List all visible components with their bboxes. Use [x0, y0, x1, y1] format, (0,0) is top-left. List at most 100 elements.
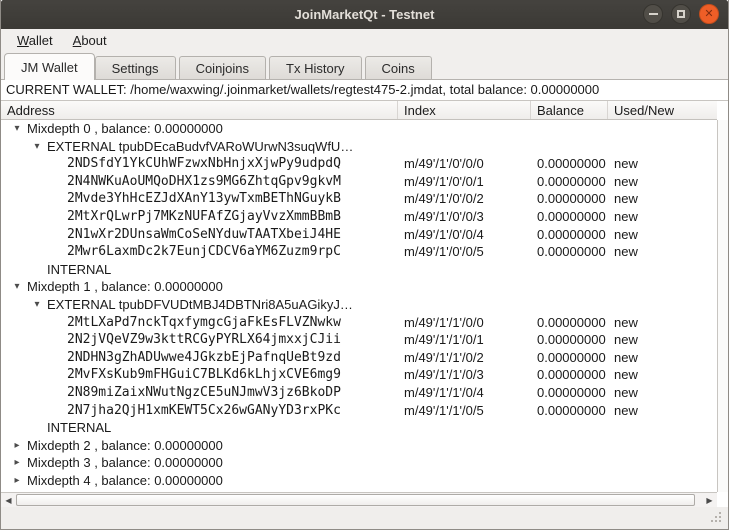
tree-cell-balance: [531, 278, 608, 296]
tree-cell-balance: 0.00000000: [531, 173, 608, 191]
address-text: 2N1wXr2DUnsaWmCoSeNYduwTAATXbeiJ4HE: [65, 226, 341, 244]
tree-row[interactable]: INTERNAL: [1, 261, 717, 279]
tree-row[interactable]: 2MtXrQLwrPj7MKzNUFAfZGjayVvzXmmBBmBm/49'…: [1, 208, 717, 226]
scroll-left-button[interactable]: ◀: [1, 493, 16, 507]
maximize-button[interactable]: [671, 4, 691, 24]
tree-cell-balance: 0.00000000: [531, 384, 608, 402]
expander-closed-icon[interactable]: ▸: [9, 454, 25, 472]
tree-row[interactable]: 2MtLXaPd7nckTqxfymgcGjaFkEsFLVZNwkwm/49'…: [1, 314, 717, 332]
window-controls: ✕: [643, 4, 719, 24]
tree-cell-balance: 0.00000000: [531, 190, 608, 208]
tree-row[interactable]: ▸Mixdepth 2 , balance: 0.00000000: [1, 437, 717, 455]
tree-cell-balance: 0.00000000: [531, 349, 608, 367]
tree-cell-used-new: new: [608, 226, 717, 244]
tree-cell-balance: [531, 454, 608, 472]
tree-row[interactable]: ▾EXTERNAL tpubDFVUDtMBJ4DBTNri8A5uAGikyJ…: [1, 296, 717, 314]
indent-spacer: [1, 366, 49, 384]
tab-settings[interactable]: Settings: [95, 56, 176, 79]
expander-open-icon[interactable]: ▾: [29, 296, 45, 314]
tree-row[interactable]: 2N2jVQeVZ9w3kttRCGyPYRLX64jmxxjCJiim/49'…: [1, 331, 717, 349]
tree-row[interactable]: INTERNAL: [1, 419, 717, 437]
tree-cell-used-new: new: [608, 314, 717, 332]
tree-cell-balance: [531, 419, 608, 437]
tree-cell-index: m/49'/1'/0'/0/0: [398, 155, 531, 173]
tree-cell-index: [398, 120, 531, 138]
indent-spacer: [1, 296, 29, 314]
close-button[interactable]: ✕: [699, 4, 719, 24]
tree-cell-used-new: [608, 261, 717, 279]
tree-cell-used-new: new: [608, 155, 717, 173]
tree-cell-address: 2N4NWKuAoUMQoDHX1zs9MG6ZhtqGpv9gkvM: [1, 173, 398, 191]
indent-spacer: [1, 384, 49, 402]
tree-row[interactable]: 2Mwr6LaxmDc2k7EunjCDCV6aYM6Zuzm9rpCm/49'…: [1, 243, 717, 261]
tree-cell-balance: [531, 296, 608, 314]
tree-row[interactable]: ▸Mixdepth 4 , balance: 0.00000000: [1, 472, 717, 490]
tree-row[interactable]: 2NDHN3gZhADUwwe4JGkzbEjPafnqUeBt9zdm/49'…: [1, 349, 717, 367]
tree-cell-balance: [531, 261, 608, 279]
expander-closed-icon[interactable]: ▸: [9, 437, 25, 455]
scroll-right-button[interactable]: ▶: [702, 493, 717, 507]
tree-row[interactable]: ▸Mixdepth 3 , balance: 0.00000000: [1, 454, 717, 472]
tree-cell-address: ▾EXTERNAL tpubDEcaBudvfVARoWUrwN3suqWfU…: [1, 138, 398, 156]
tree-cell-address: 2MvFXsKub9mFHGuiC7BLKd6kLhjxCVE6mg9: [1, 366, 398, 384]
tree-cell-used-new: new: [608, 331, 717, 349]
tree-cell-used-new: new: [608, 173, 717, 191]
tree-row[interactable]: ▾EXTERNAL tpubDEcaBudvfVARoWUrwN3suqWfU…: [1, 138, 717, 156]
address-text: 2N2jVQeVZ9w3kttRCGyPYRLX64jmxxjCJii: [65, 331, 341, 349]
address-text: 2Mwr6LaxmDc2k7EunjCDCV6aYM6Zuzm9rpC: [65, 243, 341, 261]
tab-jm-wallet[interactable]: JM Wallet: [4, 53, 95, 80]
tree-cell-index: m/49'/1'/1'/0/5: [398, 402, 531, 420]
expander-closed-icon[interactable]: ▸: [9, 472, 25, 490]
tree-cell-used-new: [608, 472, 717, 490]
header-balance[interactable]: Balance: [531, 101, 608, 119]
tree-cell-index: [398, 261, 531, 279]
resize-grip-icon[interactable]: [711, 512, 723, 524]
tree-cell-index: [398, 454, 531, 472]
tree-row[interactable]: 2N4NWKuAoUMQoDHX1zs9MG6ZhtqGpv9gkvMm/49'…: [1, 173, 717, 191]
node-label: Mixdepth 1 , balance: 0.00000000: [25, 278, 223, 296]
minimize-button[interactable]: [643, 4, 663, 24]
tree-row[interactable]: 2N1wXr2DUnsaWmCoSeNYduwTAATXbeiJ4HEm/49'…: [1, 226, 717, 244]
tree-cell-index: [398, 278, 531, 296]
tree-cell-balance: [531, 120, 608, 138]
node-label: INTERNAL: [45, 261, 111, 279]
tree-row[interactable]: 2N89miZaixNWutNgzCE5uNJmwV3jz6BkoDPm/49'…: [1, 384, 717, 402]
menu-wallet[interactable]: Wallet: [9, 31, 61, 50]
header-index[interactable]: Index: [398, 101, 531, 119]
tree-row[interactable]: 2N7jha2QjH1xmKEWT5Cx26wGANyYD3rxPKcm/49'…: [1, 402, 717, 420]
indent-spacer: [1, 120, 9, 138]
node-label: Mixdepth 2 , balance: 0.00000000: [25, 437, 223, 455]
tab-coins[interactable]: Coins: [365, 56, 432, 79]
indent-spacer: [1, 402, 49, 420]
indent-spacer: [1, 278, 9, 296]
tree-cell-address: ▾Mixdepth 1 , balance: 0.00000000: [1, 278, 398, 296]
indent-spacer: [1, 454, 9, 472]
tree-row[interactable]: 2NDSfdY1YkCUhWFzwxNbHnjxXjwPy9udpdQm/49'…: [1, 155, 717, 173]
tree-row[interactable]: 2MvFXsKub9mFHGuiC7BLKd6kLhjxCVE6mg9m/49'…: [1, 366, 717, 384]
tree-cell-address: 2N2jVQeVZ9w3kttRCGyPYRLX64jmxxjCJii: [1, 331, 398, 349]
vertical-scrollbar[interactable]: [717, 120, 728, 492]
tree-cell-balance: [531, 472, 608, 490]
expander-open-icon[interactable]: ▾: [9, 278, 25, 296]
indent-spacer: [1, 419, 29, 437]
tree-cell-used-new: new: [608, 366, 717, 384]
tree-cell-address: 2MtLXaPd7nckTqxfymgcGjaFkEsFLVZNwkw: [1, 314, 398, 332]
tree-cell-balance: 0.00000000: [531, 155, 608, 173]
node-label: Mixdepth 0 , balance: 0.00000000: [25, 120, 223, 138]
hscrollbar-thumb[interactable]: [16, 494, 695, 506]
titlebar: JoinMarketQt - Testnet ✕: [0, 0, 729, 29]
tab-coinjoins[interactable]: Coinjoins: [179, 56, 266, 79]
expander-open-icon[interactable]: ▾: [29, 138, 45, 156]
expander-open-icon[interactable]: ▾: [9, 120, 25, 138]
header-used-new[interactable]: Used/New: [608, 101, 717, 119]
node-label: EXTERNAL tpubDEcaBudvfVARoWUrwN3suqWfU…: [45, 138, 353, 156]
menu-about[interactable]: About: [65, 31, 115, 50]
tree-row[interactable]: 2Mvde3YhHcEZJdXAnY13ywTxmBEThNGuykBm/49'…: [1, 190, 717, 208]
tree-row[interactable]: ▾Mixdepth 1 , balance: 0.00000000: [1, 278, 717, 296]
header-address[interactable]: Address: [1, 101, 398, 119]
tree-cell-index: [398, 419, 531, 437]
indent-spacer: [1, 226, 49, 244]
tree-row[interactable]: ▾Mixdepth 0 , balance: 0.00000000: [1, 120, 717, 138]
tab-tx-history[interactable]: Tx History: [269, 56, 362, 79]
tab-bar: JM Wallet Settings Coinjoins Tx History …: [1, 52, 728, 80]
